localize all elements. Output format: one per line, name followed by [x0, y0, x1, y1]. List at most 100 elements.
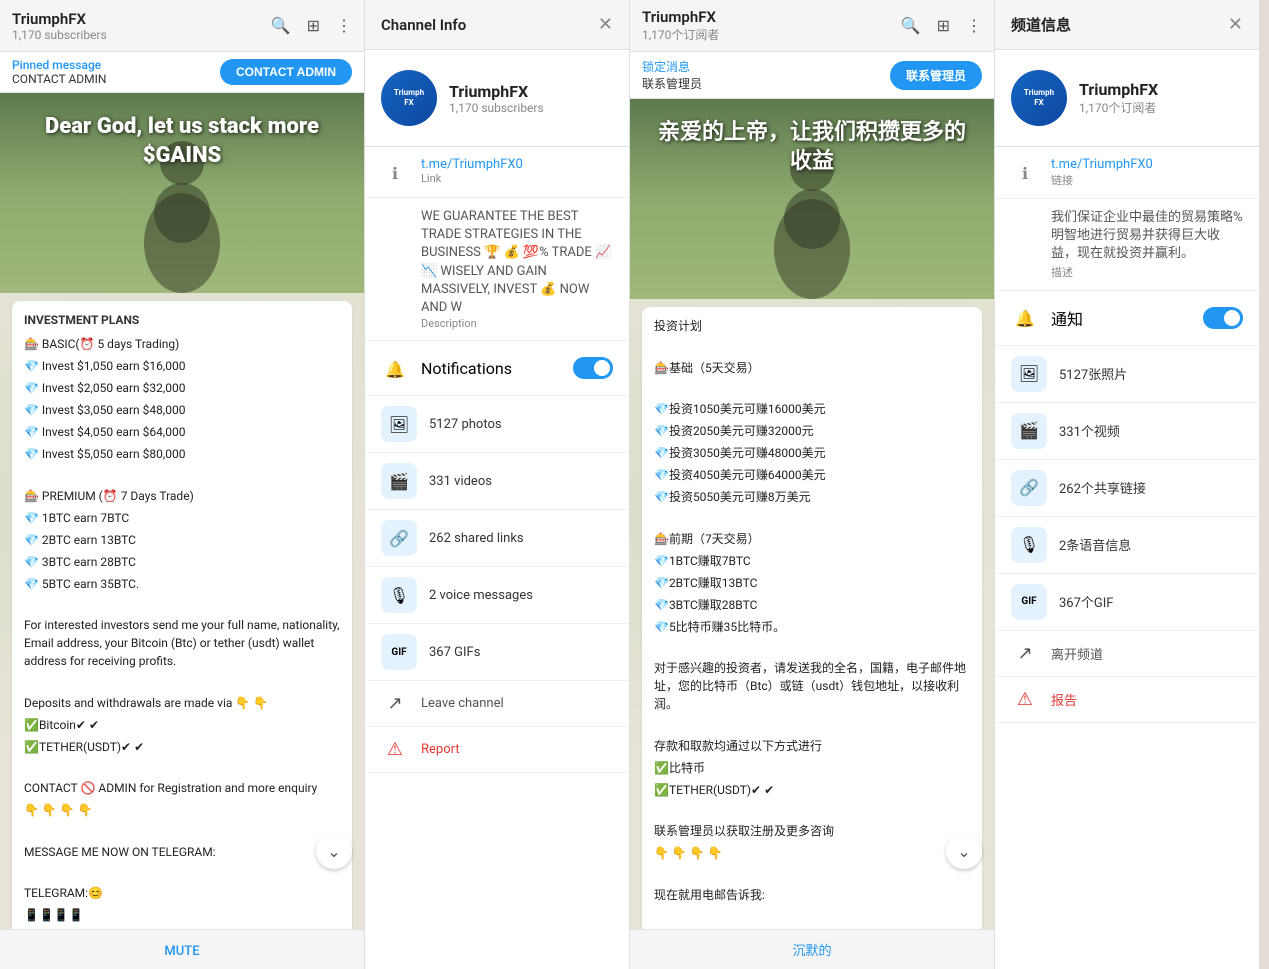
msg-deposits: Deposits and withdrawals are made via 👇 …: [24, 694, 340, 712]
msg-arrows: 👇 👇 👇 👇: [24, 801, 340, 819]
desc-icon: [381, 210, 409, 238]
right-channel-info-panel: 频道信息 ✕ TriumphFX TriumphFX 1,170个订阅者 ℹ t…: [995, 0, 1260, 969]
right-msg-heading: 投资计划: [654, 317, 970, 335]
right-contact-admin-button[interactable]: 联系管理员: [890, 61, 982, 90]
right-msg-btc2: 💎2BTC赚取13BTC: [654, 574, 970, 592]
report-icon: ⚠: [381, 739, 409, 760]
right-pinned-msg: 联系管理员: [642, 75, 702, 92]
leave-icon: ↗: [381, 693, 409, 714]
right-photos-row[interactable]: 🖼 5127张照片: [995, 346, 1259, 403]
right-link-row[interactable]: ℹ t.me/TriumphFX0 链接: [995, 147, 1259, 199]
right-links-row[interactable]: 🔗 262个共享链接: [995, 460, 1259, 517]
message-views: 👁 12: [280, 928, 309, 929]
msg-invest-1: 💎 Invest $1,050 earn $16,000: [24, 357, 340, 375]
right-links-label: 262个共享链接: [1059, 478, 1146, 497]
right-investment-message: 投资计划 🎰基础（5天交易） 💎投资1050美元可赚16000美元 💎投资205…: [642, 307, 982, 929]
msg-contact-admin: CONTACT 🚫 ADMIN for Registration and mor…: [24, 779, 340, 797]
left-chat-subscribers: 1,170 subscribers: [12, 28, 107, 42]
msg-btc-3: 💎 3BTC earn 28BTC: [24, 553, 340, 571]
right-chat-title: TriumphFX: [642, 8, 719, 26]
right-profile-info: TriumphFX 1,170个订阅者: [1079, 80, 1158, 116]
right-report-row[interactable]: ⚠ 报告: [995, 677, 1259, 723]
right-videos-row[interactable]: 🎬 331个视频: [995, 403, 1259, 460]
chat-banner: Dear God, let us stack more $GAINS: [0, 93, 364, 293]
msg-invest-3: 💎 Invest $3,050 earn $48,000: [24, 401, 340, 419]
left-chat-icons: 🔍 ⊞ ⋮: [271, 16, 352, 35]
msg-basic: 🎰 BASIC(⏰ 5 days Trading): [24, 335, 340, 353]
right-photos-icon: 🖼: [1011, 356, 1047, 392]
links-row[interactable]: 🔗 262 shared links: [365, 510, 629, 567]
right-close-button[interactable]: ✕: [1228, 14, 1243, 35]
right-msg-interested: 对于感兴趣的投资者，请发送我的全名，国籍，电子邮件地址，您的比特币（Btc）或链…: [654, 659, 970, 713]
right-search-icon[interactable]: 🔍: [901, 16, 921, 35]
right-mute-bar[interactable]: 沉默的: [630, 929, 994, 969]
videos-icon: 🎬: [381, 463, 417, 499]
right-msg-line4: 💎投资4050美元可赚64000美元: [654, 466, 970, 484]
right-msg-deposits: 存款和取款均通过以下方式进行: [654, 737, 970, 755]
right-notifications-toggle[interactable]: [1203, 307, 1243, 329]
left-chat-panel: TriumphFX 1,170 subscribers 🔍 ⊞ ⋮ Pinned…: [0, 0, 365, 969]
right-videos-icon: 🎬: [1011, 413, 1047, 449]
channel-info-panel: Channel Info ✕ TriumphFX TriumphFX 1,170…: [365, 0, 630, 969]
desc-content: WE GUARANTEE THE BEST TRADE STRATEGIES I…: [421, 208, 613, 330]
right-layout-icon[interactable]: ⊞: [937, 16, 950, 35]
right-notif-label: 通知: [1051, 306, 1083, 330]
right-msg-arrows: 👇 👇 👇 👇: [654, 844, 970, 862]
leave-label: Leave channel: [421, 696, 504, 711]
right-links-icon: 🔗: [1011, 470, 1047, 506]
link-row[interactable]: ℹ t.me/TriumphFX0 Link: [365, 147, 629, 198]
more-icon[interactable]: ⋮: [336, 16, 352, 35]
right-avatar-text: TriumphFX: [1024, 88, 1054, 107]
right-scroll-down-button[interactable]: ⌄: [946, 833, 982, 869]
right-photos-label: 5127张照片: [1059, 364, 1127, 383]
right-info-content: TriumphFX TriumphFX 1,170个订阅者 ℹ t.me/Tri…: [995, 50, 1259, 969]
msg-btc-2: 💎 2BTC earn 13BTC: [24, 531, 340, 549]
msg-btc-4: 💎 5BTC earn 35BTC.: [24, 575, 340, 593]
link-icon: ℹ: [381, 159, 409, 187]
right-msg-email: 现在就用电邮告诉我:: [654, 886, 970, 904]
right-chat-banner: 亲爱的上帝，让我们积攒更多的收益: [630, 99, 994, 299]
right-profile-name: TriumphFX: [1079, 80, 1158, 99]
videos-row[interactable]: 🎬 331 videos: [365, 453, 629, 510]
right-profile-subscribers: 1,170个订阅者: [1079, 99, 1158, 116]
pinned-bar: Pinned message CONTACT ADMIN CONTACT ADM…: [0, 52, 364, 93]
desc-label: Description: [421, 317, 613, 330]
report-row[interactable]: ⚠ Report: [365, 727, 629, 773]
mute-bar[interactable]: MUTE: [0, 929, 364, 969]
right-pinned-info: 锁定消息 联系管理员: [642, 58, 702, 92]
description-row: WE GUARANTEE THE BEST TRADE STRATEGIES I…: [365, 198, 629, 341]
message-time: 19:10: [313, 928, 340, 929]
gifs-row[interactable]: GIF 367 GIFs: [365, 624, 629, 681]
layout-icon[interactable]: ⊞: [307, 16, 320, 35]
right-voice-row[interactable]: 🎙 2条语音信息: [995, 517, 1259, 574]
leave-channel-row[interactable]: ↗ Leave channel: [365, 681, 629, 727]
scroll-down-button[interactable]: ⌄: [316, 833, 352, 869]
left-chat-header: TriumphFX 1,170 subscribers 🔍 ⊞ ⋮: [0, 0, 364, 52]
profile-subscribers: 1,170 subscribers: [449, 101, 544, 115]
search-icon[interactable]: 🔍: [271, 16, 291, 35]
right-gifs-row[interactable]: GIF 367个GIF: [995, 574, 1259, 631]
voice-row[interactable]: 🎙 2 voice messages: [365, 567, 629, 624]
right-msg-premium: 🎰前期（7天交易）: [654, 530, 970, 548]
right-banner-text: 亲爱的上帝，让我们积攒更多的收益: [630, 119, 994, 176]
msg-invest-2: 💎 Invest $2,050 earn $32,000: [24, 379, 340, 397]
right-msg-basic: 🎰基础（5天交易）: [654, 359, 970, 377]
right-channel-avatar: TriumphFX: [1011, 70, 1067, 126]
right-msg-bitcoin: ✅比特币: [654, 759, 970, 777]
right-chat-icons: 🔍 ⊞ ⋮: [901, 16, 982, 35]
photos-row[interactable]: 🖼 5127 photos: [365, 396, 629, 453]
right-more-icon[interactable]: ⋮: [966, 16, 982, 35]
right-link-label: 链接: [1051, 172, 1243, 188]
notifications-toggle[interactable]: [573, 357, 613, 379]
right-report-icon: ⚠: [1011, 689, 1039, 710]
right-mute-label: 沉默的: [792, 944, 831, 959]
right-msg-btc4: 💎5比特币赚35比特币。: [654, 618, 970, 636]
close-button[interactable]: ✕: [598, 14, 613, 35]
avatar-text: TriumphFX: [394, 88, 424, 107]
mute-label: MUTE: [164, 944, 199, 959]
contact-admin-button[interactable]: CONTACT ADMIN: [220, 59, 352, 85]
left-chat-header-info: TriumphFX 1,170 subscribers: [12, 10, 107, 42]
right-msg-line1: 💎投资1050美元可赚16000美元: [654, 400, 970, 418]
right-leave-channel-row[interactable]: ↗ 离开频道: [995, 631, 1259, 677]
right-notif-icon: 🔔: [1011, 305, 1039, 333]
